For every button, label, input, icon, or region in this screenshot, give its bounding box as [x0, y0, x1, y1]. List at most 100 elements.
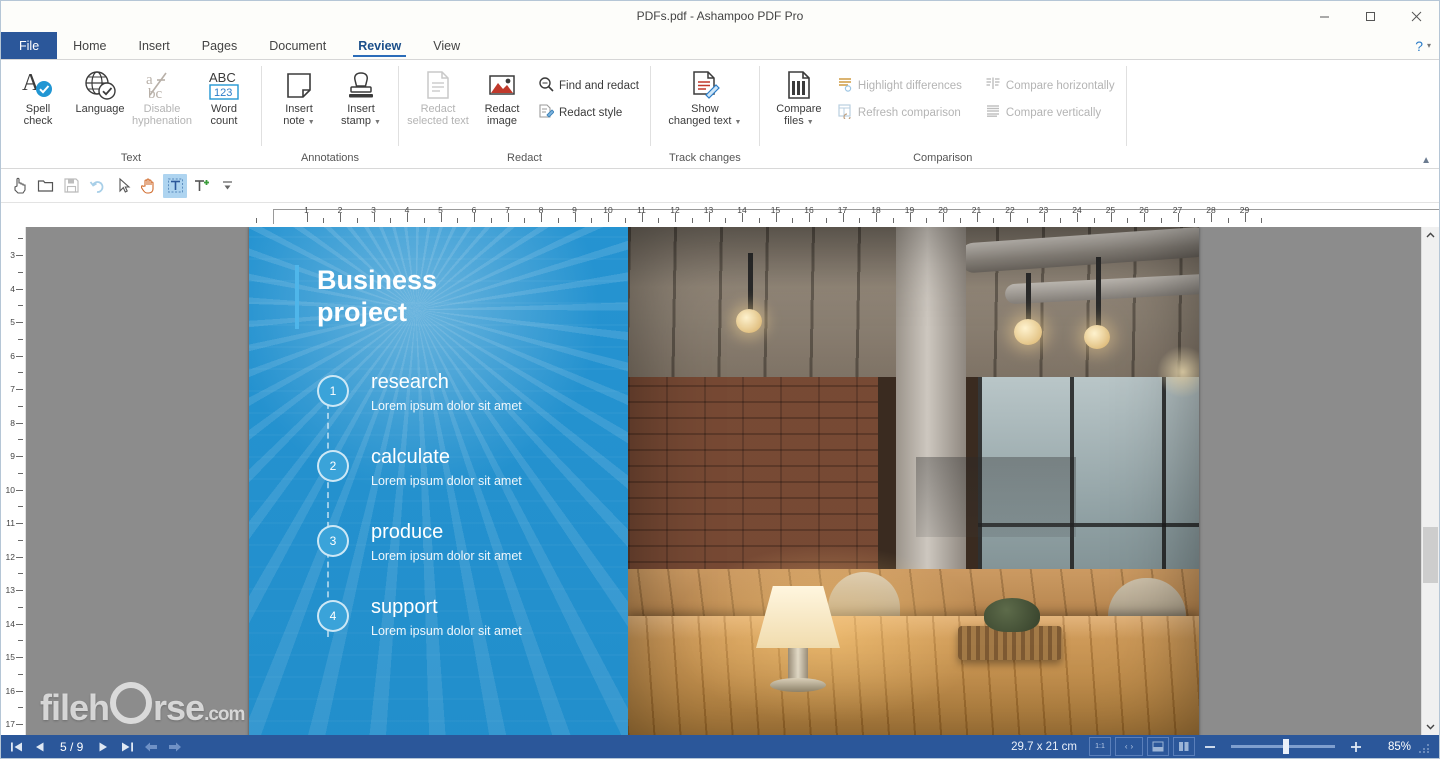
more-tools-button[interactable] [215, 174, 239, 198]
page-indicator[interactable]: 5 / 9 [53, 740, 90, 754]
navigate-forward-button[interactable] [164, 737, 186, 756]
comparison-small-buttons-1: Highlight differences Refresh comparison [832, 64, 967, 124]
step-heading: calculate [371, 446, 628, 468]
facing-pages-view-button[interactable] [1173, 737, 1195, 756]
redact-selected-text-icon [424, 67, 452, 103]
zoom-out-button[interactable] [1199, 737, 1221, 756]
resize-grip-icon[interactable] [1419, 741, 1431, 753]
filehorse-watermark: filehrse.com [40, 682, 244, 729]
insert-stamp-icon [346, 67, 376, 103]
horizontal-ruler[interactable]: 1234567891011121314151617181920212223242… [25, 203, 1439, 227]
tab-review[interactable]: Review [342, 32, 417, 59]
page-nav-arrows[interactable]: ‹ › [1115, 737, 1143, 756]
zoom-slider[interactable] [1231, 745, 1335, 748]
save-button[interactable] [59, 174, 83, 198]
word-count-button[interactable]: ABC 123 Word count [193, 64, 255, 130]
help-caret-icon[interactable]: ▾ [1427, 41, 1431, 50]
tab-home[interactable]: Home [57, 32, 122, 59]
zoom-slider-thumb[interactable] [1283, 739, 1289, 754]
zoom-in-button[interactable] [1345, 737, 1367, 756]
actual-size-label: 1:1 [1095, 743, 1105, 750]
navigate-back-button[interactable] [140, 737, 162, 756]
ruler-tick-minor [1161, 218, 1162, 223]
scroll-up-button[interactable] [1422, 227, 1439, 244]
insert-note-button[interactable]: Insert note ▼ [268, 64, 330, 132]
language-button[interactable]: Language [69, 64, 131, 118]
svg-text:ABC: ABC [209, 70, 236, 85]
select-arrow-tool[interactable] [111, 174, 135, 198]
nav-left-icon[interactable]: ‹ [1125, 742, 1128, 751]
insert-stamp-button[interactable]: Insert stamp ▼ [330, 64, 392, 132]
ruler-tick-minor [993, 218, 994, 223]
ruler-corner [1, 203, 25, 227]
previous-page-button[interactable] [29, 737, 51, 756]
show-changed-text-caret-icon[interactable]: ▼ [734, 119, 741, 126]
ruler-tick-label: 26 [1139, 205, 1148, 215]
refresh-comparison-label: Refresh comparison [858, 107, 961, 119]
close-button[interactable] [1393, 1, 1439, 32]
step-item: 1 research Lorem ipsum dolor sit amet [299, 371, 628, 446]
vertical-ruler[interactable]: 3456789101112131415161718 [1, 227, 26, 735]
insert-stamp-caret-icon[interactable]: ▼ [374, 119, 381, 126]
ruler-tick-minor [926, 218, 927, 223]
insert-note-caret-icon[interactable]: ▼ [308, 119, 315, 126]
collapse-ribbon-button[interactable]: ▲ [1421, 155, 1431, 166]
ribbon-group-label-track-changes: Track changes [651, 151, 759, 168]
tab-document[interactable]: Document [253, 32, 342, 59]
add-text-tool[interactable] [189, 174, 213, 198]
vertical-scrollbar[interactable] [1421, 227, 1439, 735]
open-file-button[interactable] [33, 174, 57, 198]
nav-right-icon[interactable]: › [1131, 742, 1134, 751]
scroll-down-button[interactable] [1422, 718, 1439, 735]
comparison-small-buttons-2: Compare horizontally [980, 64, 1120, 124]
ruler-tick-label: 18 [871, 205, 880, 215]
ruler-tick-major [16, 724, 23, 725]
zoom-level-label[interactable]: 85% [1371, 741, 1411, 753]
text-tool[interactable] [163, 174, 187, 198]
page-right-photo [628, 227, 1199, 735]
tab-view[interactable]: View [417, 32, 476, 59]
step-item: 3 produce Lorem ipsum dolor sit amet [299, 521, 628, 596]
compare-files-button[interactable]: Compare files ▼ [766, 64, 832, 132]
ruler-tick-label: 24 [1072, 205, 1081, 215]
show-changed-text-button[interactable]: Show changed text ▼ [665, 64, 745, 132]
compare-files-caret-icon[interactable]: ▼ [807, 119, 814, 126]
find-and-redact-button[interactable]: Find and redact [533, 74, 644, 97]
ruler-tick-minor [18, 406, 23, 407]
spell-check-button[interactable]: A Spell check [7, 64, 69, 130]
ruler-tick-minor [491, 218, 492, 223]
redact-image-button[interactable]: Redact image [471, 64, 533, 130]
help-icon[interactable]: ? [1415, 38, 1423, 54]
tab-insert[interactable]: Insert [123, 32, 186, 59]
ruler-tick-minor [18, 238, 23, 239]
tab-file[interactable]: File [1, 32, 57, 59]
ruler-tick-major [16, 456, 23, 457]
ribbon-group-label-annotations: Annotations [262, 151, 398, 168]
ruler-tick-minor [625, 218, 626, 223]
actual-size-button[interactable]: 1:1 [1089, 737, 1111, 756]
ribbon-group-text: A Spell check [1, 60, 261, 168]
ruler-tick-label: 15 [771, 205, 780, 215]
ruler-tick-label: 13 [6, 585, 15, 595]
first-page-button[interactable] [5, 737, 27, 756]
step-number-badge: 4 [317, 600, 349, 632]
minimize-button[interactable] [1301, 1, 1347, 32]
step-heading: produce [371, 521, 628, 543]
maximize-button[interactable] [1347, 1, 1393, 32]
redact-style-button[interactable]: Redact style [533, 101, 644, 124]
last-page-button[interactable] [116, 737, 138, 756]
document-canvas[interactable]: Business project 1 research Lorem ipsum … [26, 227, 1421, 735]
redact-style-icon [538, 103, 554, 122]
single-page-view-button[interactable] [1147, 737, 1169, 756]
ruler-tick-major [16, 289, 23, 290]
pan-hand-tool[interactable] [137, 174, 161, 198]
next-page-button[interactable] [92, 737, 114, 756]
compare-horizontally-label: Compare horizontally [1006, 80, 1115, 92]
scrollbar-thumb[interactable] [1423, 527, 1438, 583]
ruler-tick-label: 9 [10, 451, 15, 461]
touch-pointer-tool[interactable] [7, 174, 31, 198]
tab-pages[interactable]: Pages [186, 32, 253, 59]
undo-button[interactable] [85, 174, 109, 198]
pdf-page[interactable]: Business project 1 research Lorem ipsum … [249, 227, 1199, 735]
ruler-tick-label: 14 [737, 205, 746, 215]
